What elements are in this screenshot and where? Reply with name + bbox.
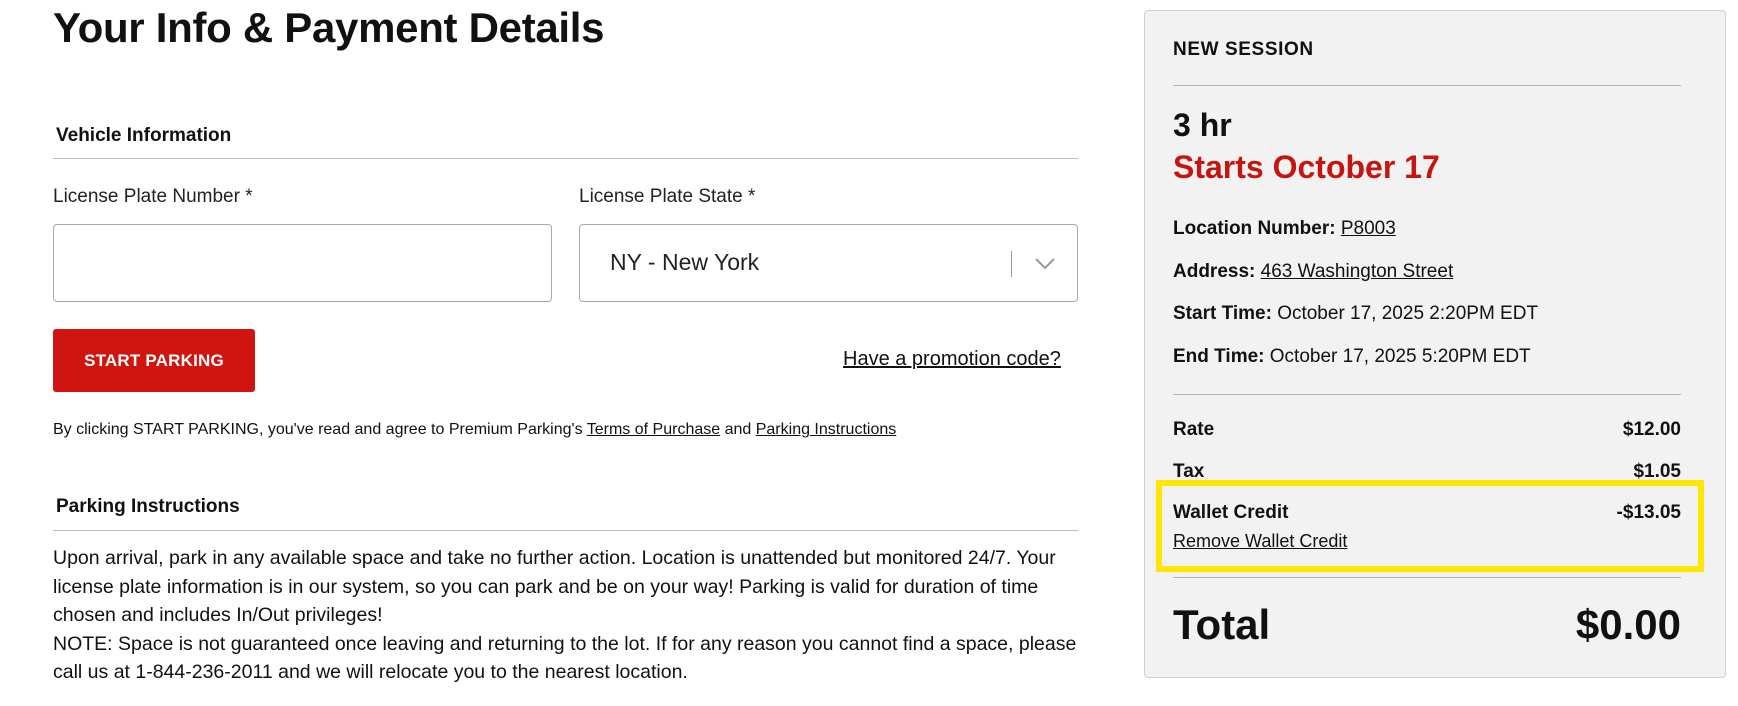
start-time-label: Start Time:: [1173, 303, 1272, 324]
location-number-row: Location Number: P8003: [1173, 218, 1396, 240]
session-start-date: Starts October 17: [1173, 149, 1440, 185]
parking-instructions-divider: [53, 530, 1078, 531]
agreement-text: By clicking START PARKING, you've read a…: [53, 421, 896, 439]
agreement-middle: and: [720, 421, 756, 438]
summary-divider-middle: [1173, 394, 1681, 395]
instructions-paragraph-1: Upon arrival, park in any available spac…: [53, 547, 1056, 626]
parking-instructions-heading: Parking Instructions: [56, 496, 240, 517]
start-parking-button[interactable]: START PARKING: [53, 329, 255, 392]
total-label: Total: [1173, 601, 1271, 648]
address-label: Address:: [1173, 261, 1256, 282]
rate-label: Rate: [1173, 419, 1215, 440]
address-link[interactable]: 463 Washington Street: [1261, 261, 1454, 282]
chevron-down-icon[interactable]: [1033, 251, 1057, 275]
end-time-value: October 17, 2025 5:20PM EDT: [1269, 346, 1531, 367]
summary-title: NEW SESSION: [1173, 39, 1314, 60]
location-number-label: Location Number:: [1173, 218, 1336, 239]
agreement-prefix: By clicking START PARKING, you've read a…: [53, 421, 587, 438]
tax-value: $1.05: [1633, 461, 1681, 482]
license-state-label: License Plate State *: [579, 186, 756, 207]
start-time-value: October 17, 2025 2:20PM EDT: [1277, 303, 1539, 324]
address-row: Address: 463 Washington Street: [1173, 261, 1453, 283]
total-value: $0.00: [1575, 601, 1681, 648]
rate-value: $12.00: [1622, 419, 1681, 440]
tax-label: Tax: [1173, 461, 1205, 482]
license-plate-input[interactable]: [53, 224, 552, 302]
location-number-link[interactable]: P8003: [1341, 218, 1396, 239]
wallet-credit-label: Wallet Credit: [1173, 502, 1289, 523]
page-title: Your Info & Payment Details: [53, 4, 605, 51]
vehicle-info-divider: [53, 158, 1078, 159]
end-time-label: End Time:: [1173, 346, 1265, 367]
summary-divider-top: [1173, 85, 1681, 86]
promotion-code-link[interactable]: Have a promotion code?: [843, 348, 1061, 371]
summary-divider-bottom: [1173, 577, 1681, 578]
license-state-value: NY - New York: [610, 249, 760, 275]
session-duration: 3 hr: [1173, 107, 1232, 143]
session-summary-panel: NEW SESSION 3 hr Starts October 17 Locat…: [1144, 10, 1726, 678]
instructions-paragraph-2: NOTE: Space is not guaranteed once leavi…: [53, 632, 1077, 684]
wallet-credit-value: -$13.05: [1616, 502, 1681, 523]
start-time-row: Start Time: October 17, 2025 2:20PM EDT: [1173, 303, 1538, 325]
parking-instructions-link[interactable]: Parking Instructions: [756, 421, 897, 438]
select-separator: [1011, 251, 1012, 277]
vehicle-info-heading: Vehicle Information: [56, 125, 232, 146]
license-plate-label: License Plate Number *: [53, 186, 253, 207]
license-state-select[interactable]: NY - New York: [579, 224, 1078, 302]
parking-instructions-body: Upon arrival, park in any available spac…: [53, 544, 1083, 687]
terms-of-purchase-link[interactable]: Terms of Purchase: [587, 421, 720, 438]
remove-wallet-credit-link[interactable]: Remove Wallet Credit: [1173, 531, 1347, 552]
end-time-row: End Time: October 17, 2025 5:20PM EDT: [1173, 346, 1531, 368]
